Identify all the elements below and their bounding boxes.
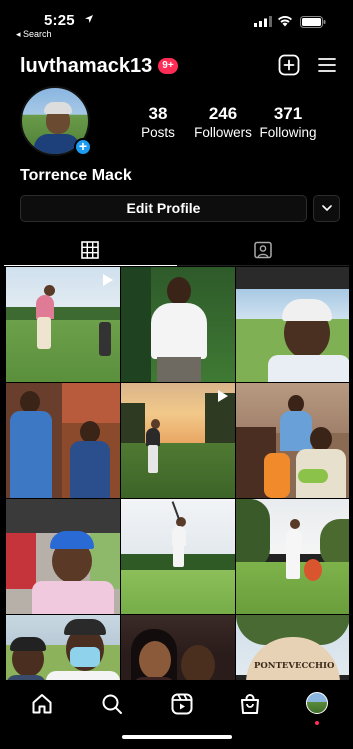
display-name: Torrence Mack xyxy=(20,167,132,184)
grid-icon xyxy=(81,241,100,259)
chevron-down-icon xyxy=(322,205,332,212)
notification-badge[interactable]: 9+ xyxy=(158,58,178,74)
following-stat[interactable]: 371 Following xyxy=(256,104,320,142)
tab-tagged[interactable] xyxy=(176,232,349,266)
post-thumbnail[interactable] xyxy=(121,267,235,382)
post-thumbnail[interactable] xyxy=(6,499,120,614)
profile-avatar-icon[interactable] xyxy=(306,692,328,714)
location-arrow-icon xyxy=(85,15,93,23)
post-thumbnail[interactable] xyxy=(236,267,349,382)
username[interactable]: luvthamack13 xyxy=(20,55,152,78)
post-thumbnail[interactable] xyxy=(6,267,120,382)
posts-label: Posts xyxy=(141,125,175,140)
video-play-icon xyxy=(103,274,113,286)
status-bar: 5:25 ◂ Search xyxy=(4,4,349,44)
followers-count: 246 xyxy=(208,104,238,123)
tagged-person-icon xyxy=(254,241,272,259)
phone-screen: 5:25 ◂ Search luvthamack13 9+ + 38 Posts… xyxy=(4,4,349,745)
create-post-button[interactable] xyxy=(278,54,300,76)
post-thumbnail[interactable] xyxy=(6,383,120,498)
post-thumbnail[interactable] xyxy=(236,383,349,498)
following-count: 371 xyxy=(273,104,303,123)
avatar-photo-cap xyxy=(44,102,72,114)
profile-header: luvthamack13 9+ xyxy=(20,53,178,79)
battery-icon xyxy=(300,16,326,28)
posts-count: 38 xyxy=(148,104,168,123)
search-icon[interactable] xyxy=(100,692,124,716)
tab-grid[interactable] xyxy=(4,232,177,266)
post-thumbnail[interactable] xyxy=(121,383,235,498)
sign-text: PONTEVECCHIO xyxy=(254,661,335,671)
posts-stat[interactable]: 38 Posts xyxy=(136,104,180,142)
posts-grid: PONTEVECCHIO xyxy=(6,267,349,730)
edit-profile-button[interactable]: Edit Profile xyxy=(20,195,307,222)
notification-dot xyxy=(315,721,319,725)
add-story-plus-icon[interactable]: + xyxy=(74,138,92,156)
following-label: Following xyxy=(259,125,317,140)
back-to-search-link[interactable]: ◂ Search xyxy=(16,29,52,40)
menu-button[interactable] xyxy=(317,56,337,74)
home-indicator[interactable] xyxy=(122,735,232,739)
wifi-icon xyxy=(278,16,292,27)
reels-icon[interactable] xyxy=(170,692,194,716)
video-play-icon xyxy=(218,390,228,402)
followers-label: Followers xyxy=(194,125,252,140)
home-icon[interactable] xyxy=(30,692,54,716)
shop-bag-icon[interactable] xyxy=(238,692,262,716)
cell-signal-icon xyxy=(254,16,272,27)
discover-people-button[interactable] xyxy=(313,195,340,222)
post-thumbnail[interactable] xyxy=(236,499,349,614)
bottom-nav xyxy=(4,680,349,730)
post-thumbnail[interactable] xyxy=(121,499,235,614)
status-time: 5:25 xyxy=(44,12,75,29)
followers-stat[interactable]: 246 Followers xyxy=(190,104,256,142)
profile-tabs xyxy=(4,232,349,266)
